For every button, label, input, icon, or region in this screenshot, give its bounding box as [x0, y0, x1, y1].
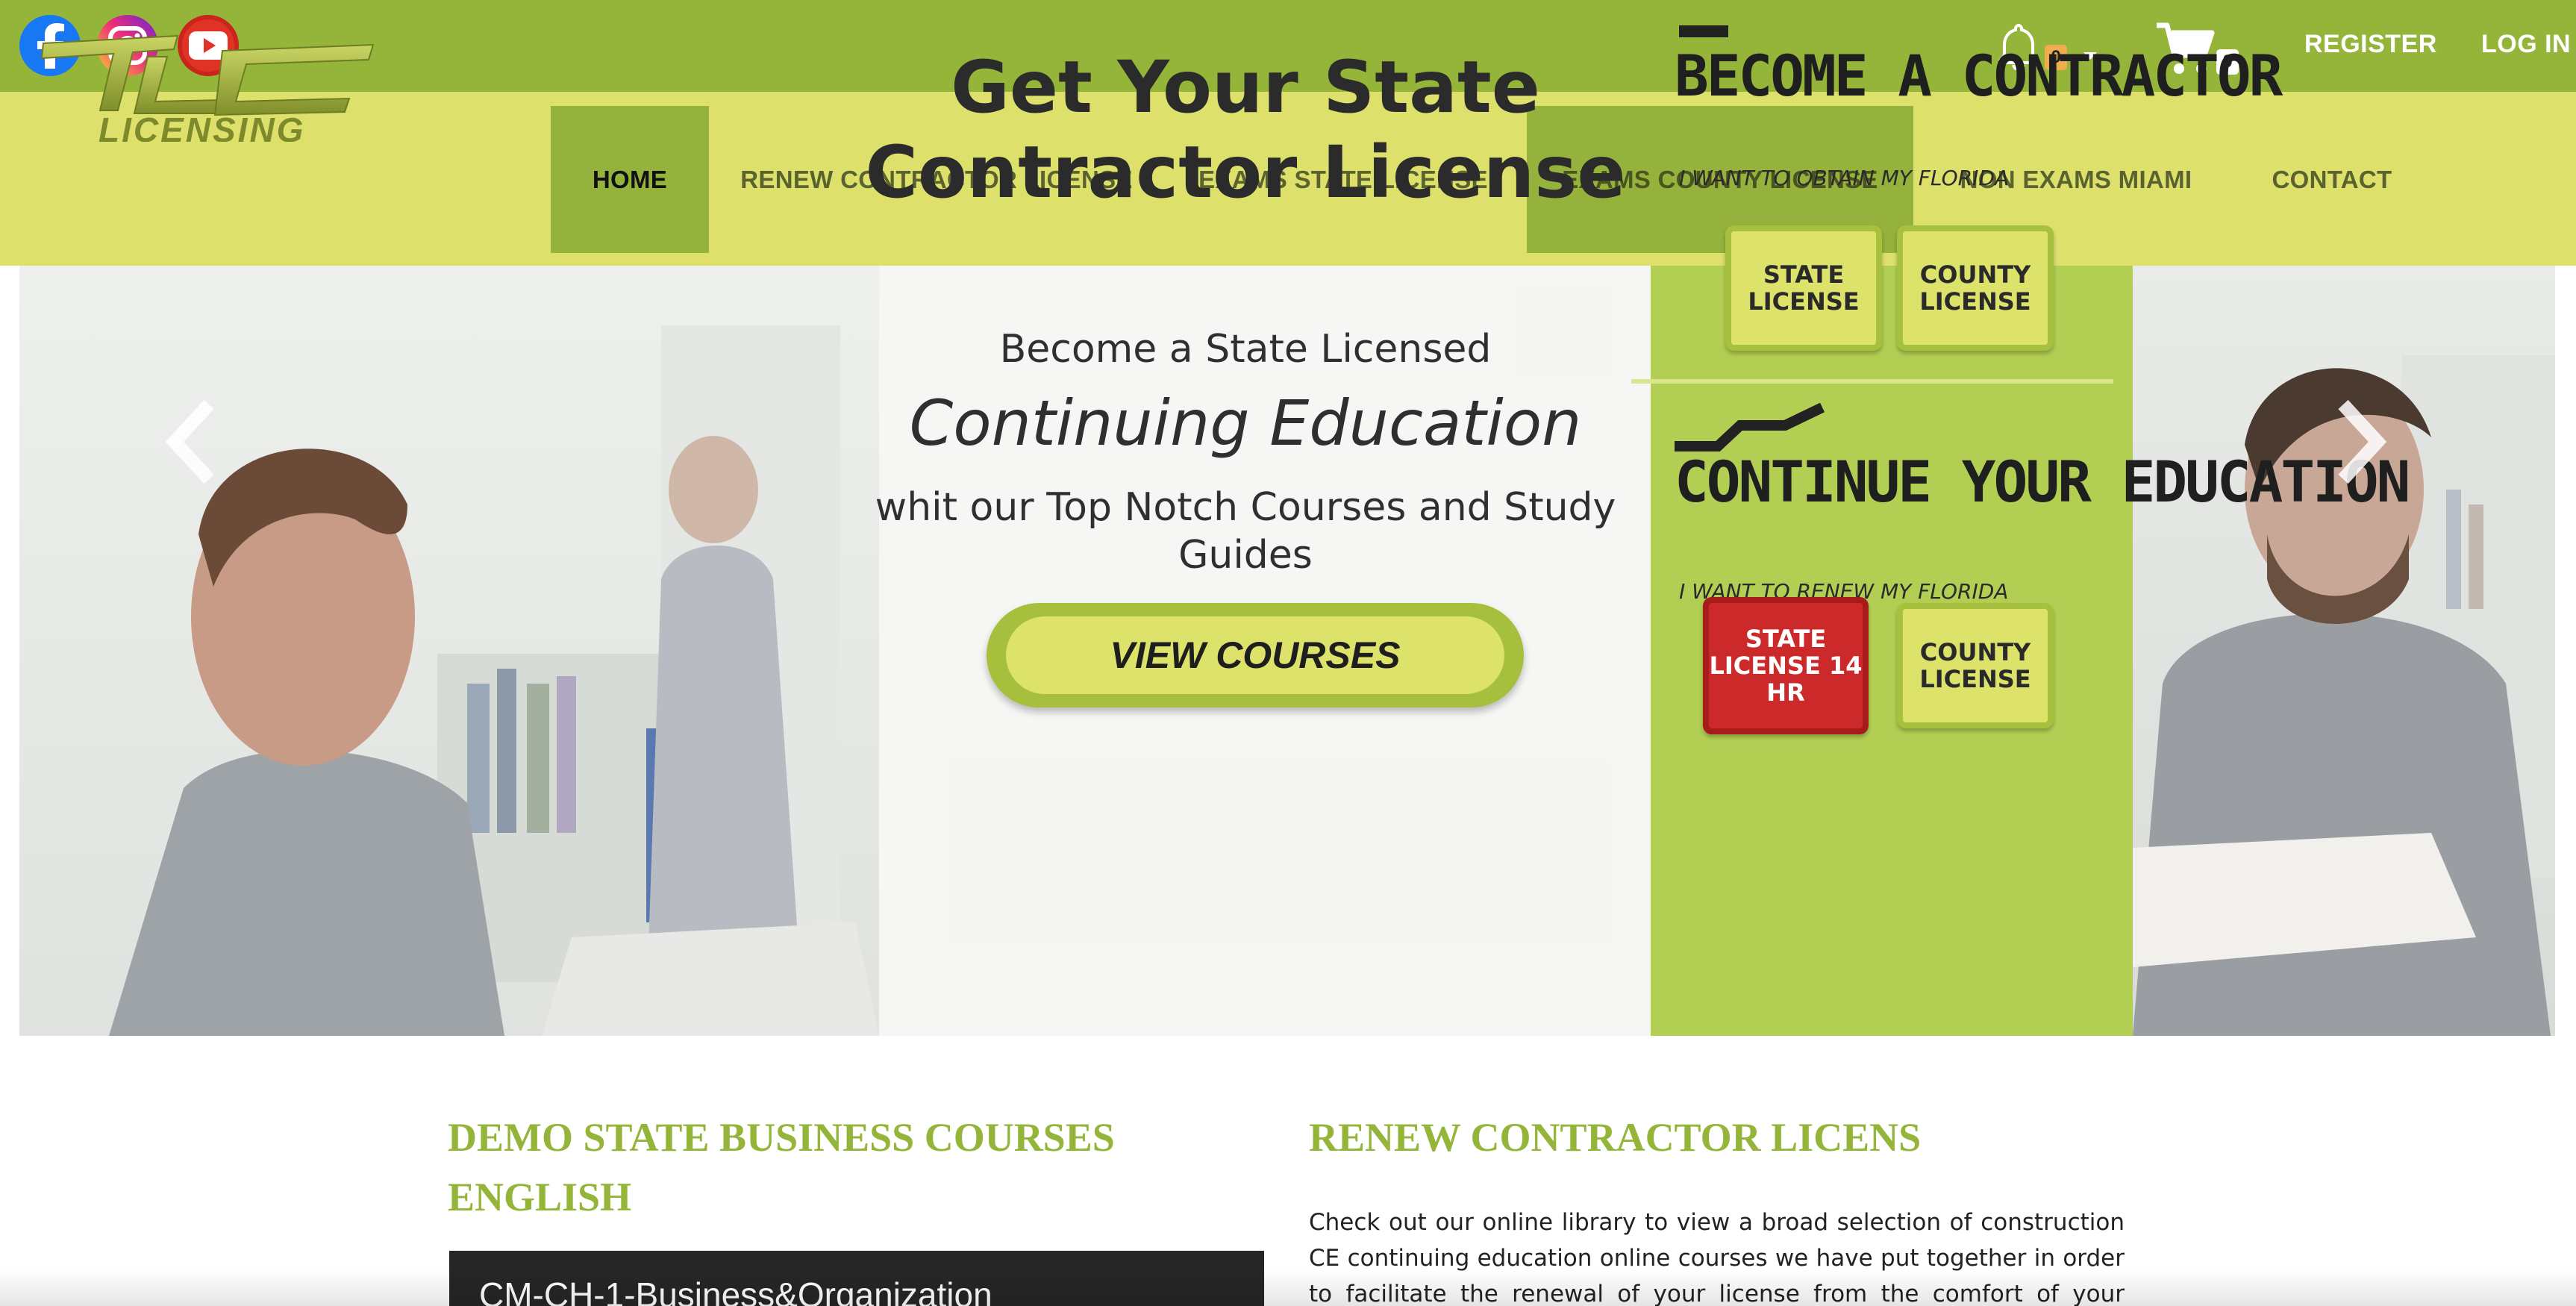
- demo-courses-heading: DEMO STATE BUSINESS COURSES ENGLISH: [448, 1115, 1115, 1219]
- logo-text: LICENSING: [99, 110, 305, 142]
- hero-subtitle-1: Become a State Licensed: [999, 327, 1492, 372]
- state-license-button[interactable]: STATE LICENSE: [1725, 225, 1882, 351]
- decorative-dash: [1679, 25, 1728, 37]
- county-license-renew-button[interactable]: COUNTY LICENSE: [1897, 603, 2054, 728]
- county-license-button[interactable]: COUNTY LICENSE: [1897, 225, 2054, 351]
- video-title[interactable]: CM-CH-1-Business&Organization: [479, 1275, 992, 1306]
- student-laptop-photo: [109, 325, 879, 1036]
- zigzag-arrow-icon: [1675, 403, 1825, 452]
- renew-description: Check out our online library to view a b…: [1309, 1209, 2125, 1306]
- hero-photo-right: [2133, 266, 2555, 1036]
- nav-contact[interactable]: CONTACT: [2254, 106, 2410, 253]
- carousel-next-icon[interactable]: [2328, 397, 2388, 487]
- hero-photo-left: [19, 266, 879, 1036]
- login-link[interactable]: LOG IN: [2481, 30, 2571, 59]
- register-link[interactable]: REGISTER: [2304, 30, 2437, 59]
- options-divider: [1631, 379, 2113, 384]
- hero-subtitle-2: Continuing Education: [909, 387, 1582, 460]
- hero-subtitle-3: whit our Top Notch Courses and Study Gui…: [875, 485, 1616, 578]
- state-license-14hr-button[interactable]: STATE LICENSE 14 HR: [1703, 597, 1869, 734]
- become-contractor-subtitle: I WANT TO OBTAIN MY FLORIDA: [1679, 166, 2010, 190]
- renew-contractor-heading: RENEW CONTRACTOR LICENS: [1309, 1115, 1922, 1160]
- become-contractor-heading: BECOME A CONTRACTOR: [1675, 43, 2283, 109]
- continue-education-heading: CONTINUE YOUR EDUCATION: [1675, 449, 2410, 515]
- student-reading-photo: [2133, 355, 2555, 1036]
- hero-title: Get Your State Contractor License: [865, 46, 1626, 214]
- tlc-licensing-logo[interactable]: LICENSING: [36, 30, 381, 142]
- view-courses-button[interactable]: VIEW COURSES: [1006, 616, 1504, 694]
- bottom-fade: [0, 1269, 2576, 1306]
- carousel-prev-icon[interactable]: [164, 397, 224, 487]
- nav-home[interactable]: HOME: [551, 106, 709, 253]
